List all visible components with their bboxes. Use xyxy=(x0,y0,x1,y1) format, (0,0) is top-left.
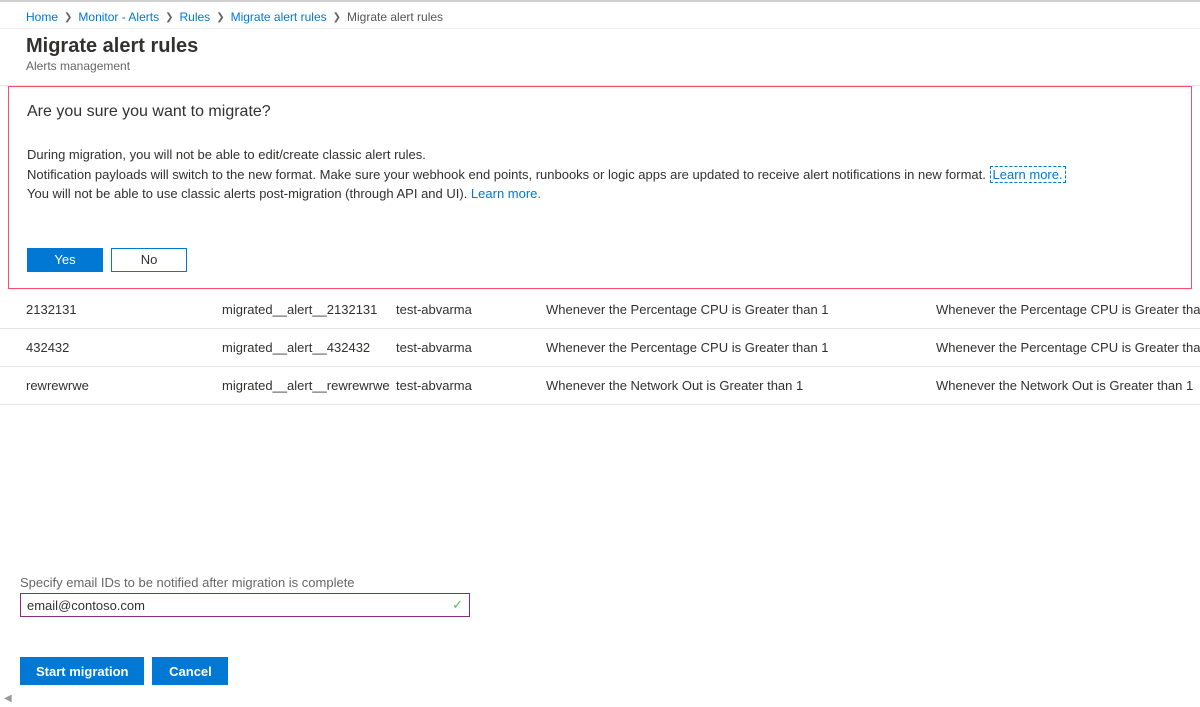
dialog-text-span: Notification payloads will switch to the… xyxy=(27,167,990,182)
dialog-line: During migration, you will not be able t… xyxy=(27,145,1173,165)
page-title: Migrate alert rules xyxy=(26,35,1174,58)
bottom-panel: Specify email IDs to be notified after m… xyxy=(20,575,1180,685)
breadcrumb-link[interactable]: Rules xyxy=(180,10,211,24)
dialog-buttons: Yes No xyxy=(27,248,1173,272)
learn-more-link[interactable]: Learn more. xyxy=(990,166,1066,183)
cell-name: migrated__alert__2132131 xyxy=(222,302,396,317)
cell-name: migrated__alert__rewrewrwe xyxy=(222,378,396,393)
cell-id: 432432 xyxy=(26,340,222,355)
breadcrumb-link[interactable]: Migrate alert rules xyxy=(231,10,327,24)
dialog-body: During migration, you will not be able t… xyxy=(27,145,1173,204)
cancel-button[interactable]: Cancel xyxy=(152,657,228,685)
cell-name: migrated__alert__432432 xyxy=(222,340,396,355)
rules-table: 2132131 migrated__alert__2132131 test-ab… xyxy=(0,291,1200,405)
email-input[interactable]: email@contoso.com ✓ xyxy=(20,593,470,617)
page-header: Migrate alert rules Alerts management xyxy=(0,29,1200,86)
cell-condition: Whenever the Percentage CPU is Greater t… xyxy=(546,340,936,355)
cell-condition: Whenever the Percentage CPU is Greater t… xyxy=(546,302,936,317)
action-buttons: Start migration Cancel xyxy=(20,657,1180,685)
email-label: Specify email IDs to be notified after m… xyxy=(20,575,1180,590)
dialog-line: Notification payloads will switch to the… xyxy=(27,165,1173,185)
dialog-title: Are you sure you want to migrate? xyxy=(27,103,1173,121)
yes-button[interactable]: Yes xyxy=(27,248,103,272)
chevron-right-icon: ❯ xyxy=(64,12,72,23)
page-subtitle: Alerts management xyxy=(26,59,1174,73)
breadcrumb-link[interactable]: Home xyxy=(26,10,58,24)
cell-id: 2132131 xyxy=(26,302,222,317)
confirm-dialog: Are you sure you want to migrate? During… xyxy=(8,86,1192,289)
breadcrumb: Home ❯ Monitor - Alerts ❯ Rules ❯ Migrat… xyxy=(0,0,1200,29)
cell-condition2: Whenever the Percentage CPU is Greater t… xyxy=(936,340,1200,355)
email-value: email@contoso.com xyxy=(27,598,145,613)
cell-resource: test-abvarma xyxy=(396,302,546,317)
cell-id: rewrewrwe xyxy=(26,378,222,393)
table-row[interactable]: rewrewrwe migrated__alert__rewrewrwe tes… xyxy=(0,367,1200,405)
breadcrumb-current: Migrate alert rules xyxy=(347,10,443,24)
chevron-right-icon: ❯ xyxy=(333,12,341,23)
cell-condition2: Whenever the Percentage CPU is Greater t… xyxy=(936,302,1200,317)
learn-more-link[interactable]: Learn more. xyxy=(471,186,541,201)
cell-condition2: Whenever the Network Out is Greater than… xyxy=(936,378,1200,393)
chevron-right-icon: ❯ xyxy=(165,12,173,23)
cell-resource: test-abvarma xyxy=(396,340,546,355)
cell-condition: Whenever the Network Out is Greater than… xyxy=(546,378,936,393)
table-row[interactable]: 2132131 migrated__alert__2132131 test-ab… xyxy=(0,291,1200,329)
dialog-line: You will not be able to use classic aler… xyxy=(27,184,1173,204)
breadcrumb-link[interactable]: Monitor - Alerts xyxy=(78,10,159,24)
chevron-right-icon: ❯ xyxy=(216,12,224,23)
table-row[interactable]: 432432 migrated__alert__432432 test-abva… xyxy=(0,329,1200,367)
scroll-left-icon[interactable]: ◀ xyxy=(4,693,14,703)
check-icon: ✓ xyxy=(452,597,463,613)
no-button[interactable]: No xyxy=(111,248,187,272)
cell-resource: test-abvarma xyxy=(396,378,546,393)
dialog-text-span: You will not be able to use classic aler… xyxy=(27,186,471,201)
start-migration-button[interactable]: Start migration xyxy=(20,657,144,685)
